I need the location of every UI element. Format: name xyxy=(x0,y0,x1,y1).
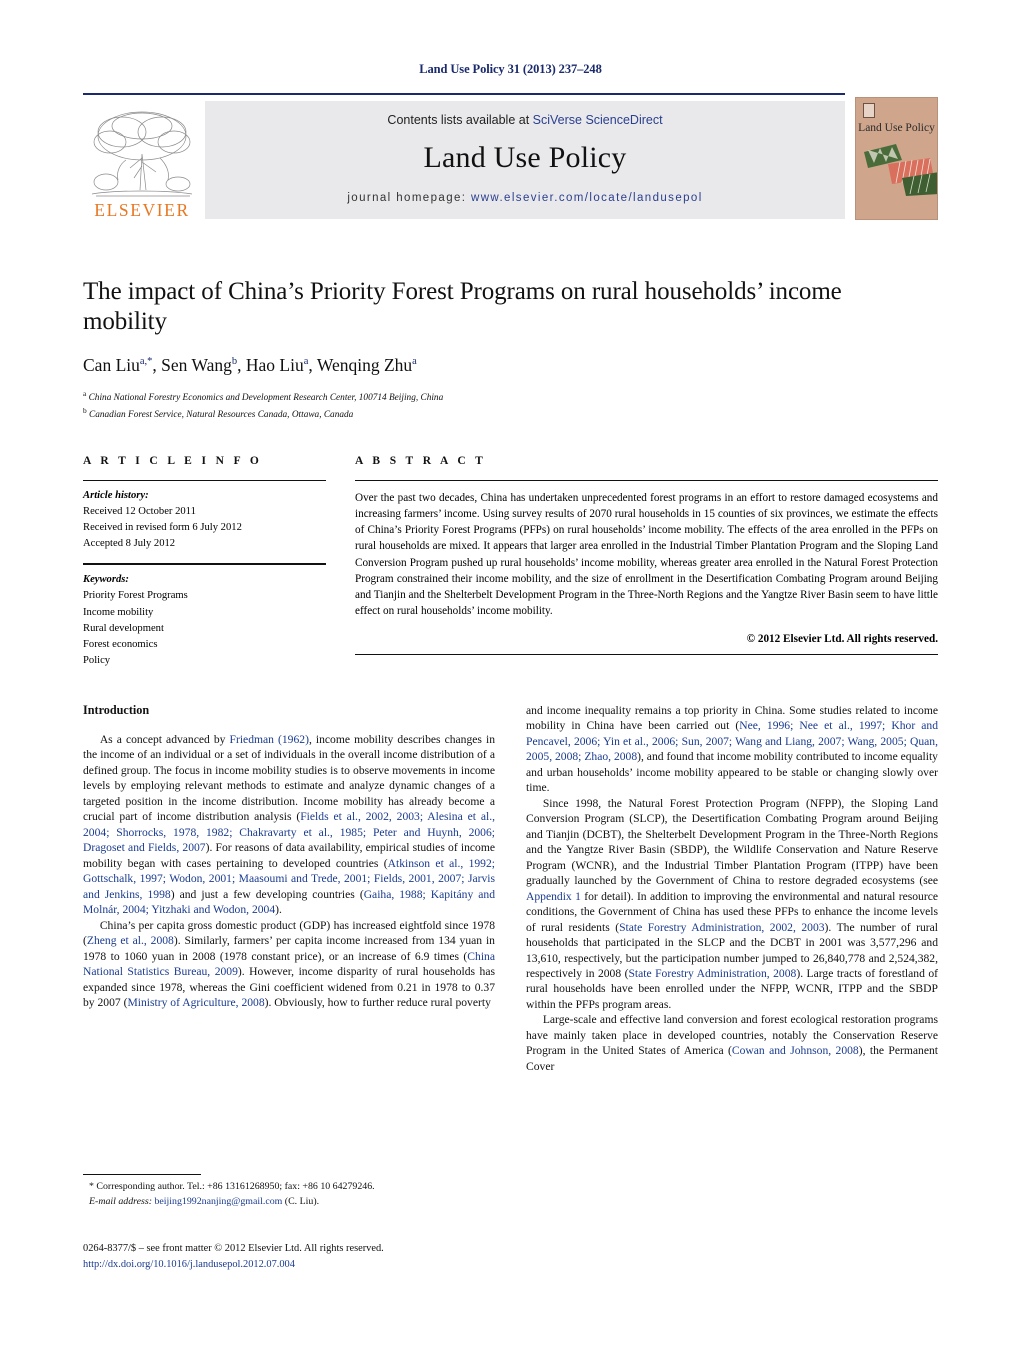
keyword-item: Priority Forest Programs xyxy=(83,590,188,602)
keyword-item: Forest economics xyxy=(83,638,158,650)
paper-page: Land Use Policy 31 (2013) 237–248 ELSEVI… xyxy=(0,0,1021,1351)
body-column-right: and income inequality remains a top prio… xyxy=(526,703,938,1074)
abstract-rule-top xyxy=(355,480,938,481)
corresponding-author-text: * Corresponding author. Tel.: +86 131612… xyxy=(89,1181,375,1192)
keywords-block: Keywords: Priority Forest Programs Incom… xyxy=(83,572,326,669)
abstract-text: Over the past two decades, China has und… xyxy=(355,492,938,617)
article-history-block: Article history: Received 12 October 201… xyxy=(83,488,326,552)
author-list: Can Liua,*, Sen Wangb, Hao Liua, Wenqing… xyxy=(83,355,417,375)
journal-homepage-line: journal homepage: www.elsevier.com/locat… xyxy=(205,192,845,204)
keyword-item: Income mobility xyxy=(83,606,154,618)
contents-available-line: Contents lists available at SciVerse Sci… xyxy=(205,113,845,127)
cover-artwork-icon xyxy=(864,144,937,196)
cover-journal-title: Land Use Policy xyxy=(858,122,935,134)
homepage-url[interactable]: www.elsevier.com/locate/landusepol xyxy=(471,192,703,204)
affiliations: a China National Forestry Economics and … xyxy=(83,389,873,422)
homepage-prefix: journal homepage: xyxy=(347,192,471,204)
body-text-right: and income inequality remains a top prio… xyxy=(526,704,939,1073)
abstract-heading: A B S T R A C T xyxy=(355,455,487,467)
affiliation-marker-a: a xyxy=(83,389,87,398)
article-info-rule-top xyxy=(83,480,326,481)
history-item: Accepted 8 July 2012 xyxy=(83,538,176,550)
history-item: Received in revised form 6 July 2012 xyxy=(83,522,242,534)
email-suffix: (C. Liu). xyxy=(284,1195,320,1207)
section-heading-introduction: Introduction xyxy=(83,703,150,717)
abstract-copyright: © 2012 Elsevier Ltd. All rights reserved… xyxy=(746,633,938,645)
body-column-left: Introduction As a concept advanced by Fr… xyxy=(83,703,495,1010)
affiliation-marker-b: b xyxy=(83,405,87,415)
affiliation-b: b Canadian Forest Service, Natural Resou… xyxy=(83,406,873,423)
article-info-column: A R T I C L E I N F O Article history: R… xyxy=(83,455,326,669)
journal-cover-thumbnail: Land Use Policy xyxy=(855,97,938,220)
cover-elsevier-mini-icon xyxy=(863,103,875,118)
affiliation-text-b: Canadian Forest Service, Natural Resourc… xyxy=(89,409,354,420)
body-text-left: As a concept advanced by Friedman (1962)… xyxy=(83,733,496,1009)
sciencedirect-link[interactable]: SciVerse ScienceDirect xyxy=(533,113,663,127)
issn-front-matter: 0264-8377/$ – see front matter © 2012 El… xyxy=(83,1243,384,1254)
page-title: The impact of China’s Priority Forest Pr… xyxy=(83,278,842,335)
elsevier-logo: ELSEVIER xyxy=(83,101,201,219)
abstract-rule-bottom xyxy=(355,654,938,655)
email-address-link[interactable]: beijing1992nanjing@gmail.com xyxy=(154,1196,282,1207)
footnote-block: * Corresponding author. Tel.: +86 131612… xyxy=(83,1174,495,1210)
keyword-item: Policy xyxy=(83,654,111,666)
affiliation-a: a China National Forestry Economics and … xyxy=(83,389,873,406)
journal-masthead: ELSEVIER Contents lists available at Sci… xyxy=(83,93,938,220)
keywords-label: Keywords: xyxy=(83,574,129,586)
journal-title: Land Use Policy xyxy=(423,141,627,174)
doi-link[interactable]: http://dx.doi.org/10.1016/j.landusepol.2… xyxy=(83,1257,553,1273)
history-item: Received 12 October 2011 xyxy=(83,506,196,518)
article-history-label: Article history: xyxy=(83,490,149,501)
email-line: E-mail address: beijing1992nanjing@gmail… xyxy=(83,1195,495,1210)
elsevier-wordmark: ELSEVIER xyxy=(94,199,190,220)
article-info-rule-mid xyxy=(83,563,326,566)
keyword-item: Rural development xyxy=(83,622,164,634)
masthead-top-rule xyxy=(83,93,845,95)
footnote-rule xyxy=(83,1174,201,1175)
corresponding-author-note: * Corresponding author. Tel.: +86 131612… xyxy=(83,1180,495,1210)
article-info-heading: A R T I C L E I N F O xyxy=(83,455,263,467)
imprint-block: 0264-8377/$ – see front matter © 2012 El… xyxy=(83,1241,553,1273)
running-head: Land Use Policy 31 (2013) 237–248 xyxy=(419,62,602,76)
affiliation-text-a: China National Forestry Economics and De… xyxy=(88,393,444,404)
abstract-column: A B S T R A C T Over the past two decade… xyxy=(355,455,938,655)
contents-prefix: Contents lists available at xyxy=(387,113,533,127)
email-label: E-mail address: xyxy=(89,1195,152,1207)
title-block: The impact of China’s Priority Forest Pr… xyxy=(83,277,873,422)
masthead-banner: Contents lists available at SciVerse Sci… xyxy=(205,101,845,219)
elsevier-tree-icon xyxy=(91,111,193,196)
